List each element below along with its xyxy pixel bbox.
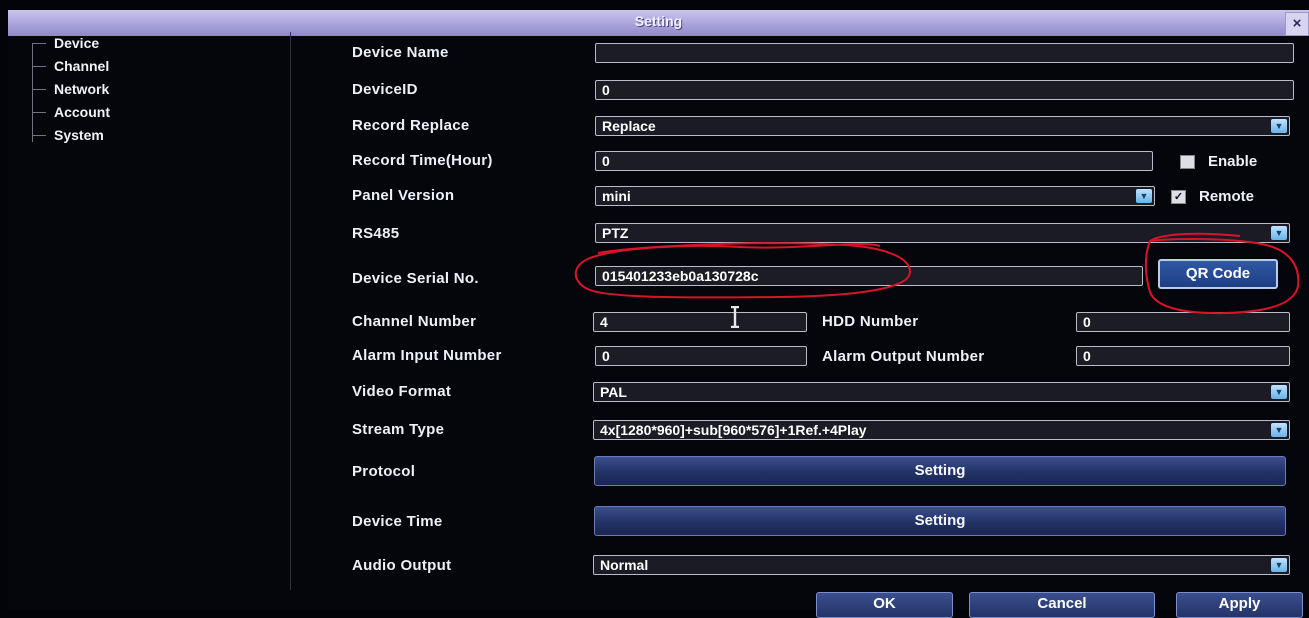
settings-sidebar: Device Channel Network Account System	[22, 32, 291, 590]
hdd-number-input[interactable]: 0	[1076, 312, 1290, 332]
alarm-output-label: Alarm Output Number	[822, 348, 985, 365]
ok-button[interactable]: OK	[816, 592, 953, 618]
dropdown-arrow-icon[interactable]: ▼	[1271, 558, 1287, 572]
sidebar-item-label: Network	[54, 81, 110, 97]
audio-output-select[interactable]: Normal ▼	[593, 555, 1290, 575]
alarm-input-field[interactable]: 0	[595, 346, 807, 366]
apply-button[interactable]: Apply	[1176, 592, 1303, 618]
text-cursor-icon	[731, 306, 739, 328]
dropdown-arrow-icon[interactable]: ▼	[1271, 119, 1287, 133]
sidebar-item-device[interactable]: Device	[32, 34, 99, 52]
audio-output-value: Normal	[600, 557, 649, 573]
serial-number-field[interactable]: 015401233eb0a130728c	[595, 266, 1143, 286]
record-time-label: Record Time(Hour)	[352, 152, 493, 169]
device-id-input[interactable]: 0	[595, 80, 1294, 100]
record-replace-value: Replace	[602, 118, 656, 134]
audio-output-label: Audio Output	[352, 557, 452, 574]
cancel-button[interactable]: Cancel	[969, 592, 1155, 618]
channel-number-input[interactable]: 4	[593, 312, 807, 332]
alarm-input-label: Alarm Input Number	[352, 347, 502, 364]
hdd-number-label: HDD Number	[822, 313, 919, 330]
video-format-value: PAL	[600, 384, 627, 400]
panel-version-value: mini	[602, 188, 631, 204]
sidebar-item-label: System	[54, 127, 104, 143]
video-format-select[interactable]: PAL ▼	[593, 382, 1290, 402]
close-icon[interactable]: ×	[1285, 12, 1309, 36]
panel-version-label: Panel Version	[352, 187, 455, 204]
sidebar-item-system[interactable]: System	[32, 126, 104, 144]
sidebar-item-label: Device	[54, 35, 100, 51]
device-time-setting-button[interactable]: Setting	[594, 506, 1286, 536]
protocol-setting-button[interactable]: Setting	[594, 456, 1286, 486]
sidebar-item-channel[interactable]: Channel	[32, 57, 109, 75]
dropdown-arrow-icon[interactable]: ▼	[1271, 226, 1287, 240]
qr-code-button[interactable]: QR Code	[1158, 259, 1278, 289]
dropdown-arrow-icon[interactable]: ▼	[1271, 385, 1287, 399]
window-title: Setting	[634, 13, 683, 29]
sidebar-item-label: Channel	[54, 58, 110, 74]
panel-version-select[interactable]: mini ▼	[595, 186, 1155, 206]
sidebar-item-label: Account	[54, 104, 110, 120]
rs485-value: PTZ	[602, 225, 629, 241]
channel-number-label: Channel Number	[352, 313, 477, 330]
record-time-input[interactable]: 0	[595, 151, 1153, 171]
rs485-label: RS485	[352, 225, 400, 242]
dropdown-arrow-icon[interactable]: ▼	[1136, 189, 1152, 203]
record-replace-select[interactable]: Replace ▼	[595, 116, 1290, 136]
device-name-label: Device Name	[352, 44, 449, 61]
enable-label: Enable	[1208, 153, 1258, 170]
device-time-label: Device Time	[352, 513, 443, 530]
protocol-label: Protocol	[352, 463, 416, 480]
stream-type-value: 4x[1280*960]+sub[960*576]+1Ref.+4Play	[600, 422, 867, 438]
record-replace-label: Record Replace	[352, 117, 470, 134]
video-format-label: Video Format	[352, 383, 452, 400]
device-name-input[interactable]	[595, 43, 1294, 63]
remote-checkbox[interactable]: ✓	[1171, 190, 1186, 204]
alarm-output-field[interactable]: 0	[1076, 346, 1290, 366]
sidebar-item-account[interactable]: Account	[32, 103, 110, 121]
remote-label: Remote	[1199, 188, 1255, 205]
stream-type-label: Stream Type	[352, 421, 445, 438]
dropdown-arrow-icon[interactable]: ▼	[1271, 423, 1287, 437]
rs485-select[interactable]: PTZ ▼	[595, 223, 1290, 243]
stream-type-select[interactable]: 4x[1280*960]+sub[960*576]+1Ref.+4Play ▼	[593, 420, 1290, 440]
serial-label: Device Serial No.	[352, 270, 479, 287]
enable-checkbox[interactable]	[1180, 155, 1195, 169]
device-id-label: DeviceID	[352, 81, 418, 98]
sidebar-item-network[interactable]: Network	[32, 80, 109, 98]
